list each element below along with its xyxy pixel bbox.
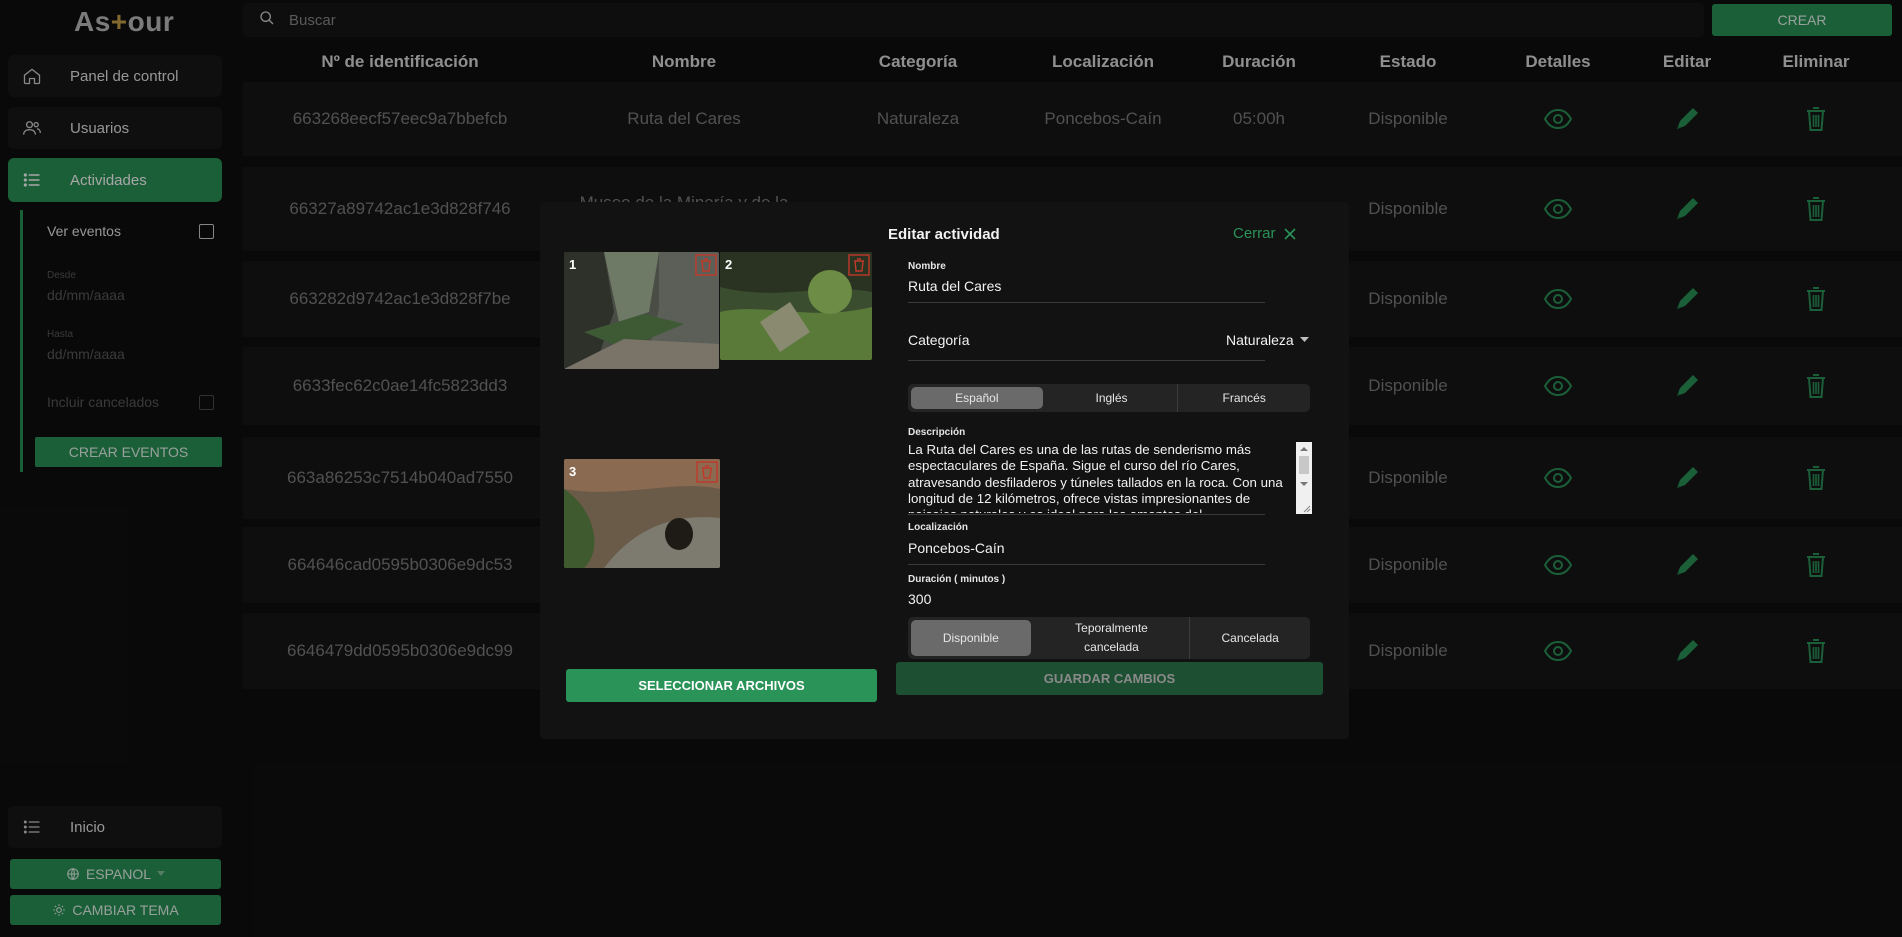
nombre-input[interactable]: Ruta del Cares <box>908 278 1001 294</box>
save-changes-button[interactable]: GUARDAR CAMBIOS <box>896 662 1323 695</box>
duracion-input[interactable]: 300 <box>908 591 931 607</box>
close-label: Cerrar <box>1233 225 1276 242</box>
categoria-value: Naturaleza <box>1226 332 1294 348</box>
image-thumbnail[interactable]: 2 <box>720 252 872 360</box>
estado-cancelada[interactable]: Cancelada <box>1190 617 1310 659</box>
trash-icon[interactable] <box>848 254 870 276</box>
language-tabs: Español Inglés Francés <box>908 384 1310 412</box>
app: As+our Panel de control Usuarios Activid… <box>0 0 1902 937</box>
image-thumbnail[interactable]: 1 <box>564 252 719 369</box>
divider <box>908 564 1265 565</box>
divider <box>908 360 1265 361</box>
duracion-label: Duración ( minutos ) <box>908 574 1006 585</box>
trash-icon[interactable] <box>695 254 717 276</box>
descripcion-textarea[interactable]: La Ruta del Cares es una de las rutas de… <box>908 442 1313 513</box>
divider <box>908 302 1265 303</box>
estado-tabs: Disponible Teporalmente cancelada Cancel… <box>908 617 1310 659</box>
tab-frances[interactable]: Francés <box>1178 384 1310 412</box>
close-icon <box>1283 227 1296 240</box>
image-number: 3 <box>569 464 577 479</box>
image-number: 1 <box>569 257 577 272</box>
categoria-label: Categoría <box>908 332 970 348</box>
localizacion-label: Localización <box>908 522 969 533</box>
edit-activity-modal: Editar actividad Cerrar 1 2 3 SELECCIONA… <box>540 202 1349 739</box>
nombre-label: Nombre <box>908 261 946 272</box>
tab-ingles[interactable]: Inglés <box>1046 384 1179 412</box>
image-number: 2 <box>725 257 733 272</box>
modal-title: Editar actividad <box>888 226 1000 243</box>
estado-disponible[interactable]: Disponible <box>911 620 1031 656</box>
descripcion-label: Descripción <box>908 427 966 438</box>
scrollbar-graphic <box>1299 447 1311 513</box>
localizacion-input[interactable]: Poncebos-Caín <box>908 540 1005 556</box>
close-button[interactable]: Cerrar <box>1233 225 1296 242</box>
divider <box>908 514 1265 515</box>
select-files-button[interactable]: SELECCIONAR ARCHIVOS <box>566 669 877 702</box>
image-thumbnail[interactable]: 3 <box>564 459 720 568</box>
tab-espanol[interactable]: Español <box>911 387 1043 409</box>
categoria-select[interactable]: Naturaleza <box>1226 332 1309 348</box>
textarea-scrollbar[interactable] <box>1296 442 1312 514</box>
trash-icon[interactable] <box>696 461 718 483</box>
estado-temporalmente-cancelada[interactable]: Teporalmente cancelada <box>1034 617 1191 659</box>
chevron-down-icon <box>1299 337 1309 342</box>
